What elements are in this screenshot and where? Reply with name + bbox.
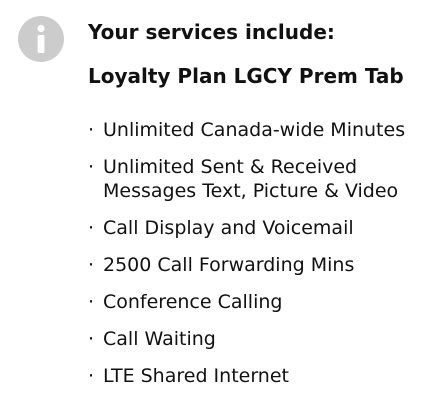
- service-label: 2500 Call Forwarding Mins: [103, 254, 355, 276]
- bullet-glyph: ·: [88, 291, 95, 313]
- bullet-glyph: ·: [88, 365, 95, 387]
- bullet-glyph: ·: [88, 328, 95, 350]
- service-item: · Unlimited Canada-wide Minutes: [88, 118, 418, 142]
- bullet-glyph: ·: [88, 119, 95, 141]
- service-label: Call Waiting: [103, 328, 216, 350]
- service-item: · Conference Calling: [88, 290, 418, 314]
- service-item: · Unlimited Sent & Received Messages Tex…: [88, 155, 418, 203]
- bullet-glyph: ·: [88, 217, 95, 239]
- services-heading: Your services include:: [88, 20, 335, 44]
- service-label: Call Display and Voicemail: [103, 217, 354, 239]
- service-item: · 2500 Call Forwarding Mins: [88, 253, 418, 277]
- service-item: · LTE Shared Internet: [88, 364, 418, 388]
- bullet-glyph: ·: [88, 156, 95, 178]
- services-list: · Unlimited Canada-wide Minutes · Unlimi…: [88, 118, 418, 401]
- service-item: · Call Waiting: [88, 327, 418, 351]
- service-label: Conference Calling: [103, 291, 283, 313]
- service-label: Unlimited Canada-wide Minutes: [103, 119, 406, 141]
- bullet-glyph: ·: [88, 254, 95, 276]
- service-label: LTE Shared Internet: [103, 365, 289, 387]
- plan-name: Loyalty Plan LGCY Prem Tab: [88, 64, 404, 88]
- service-label: Unlimited Sent & Received Messages Text,…: [103, 156, 399, 202]
- service-item: · Call Display and Voicemail: [88, 216, 418, 240]
- info-icon: [18, 16, 64, 62]
